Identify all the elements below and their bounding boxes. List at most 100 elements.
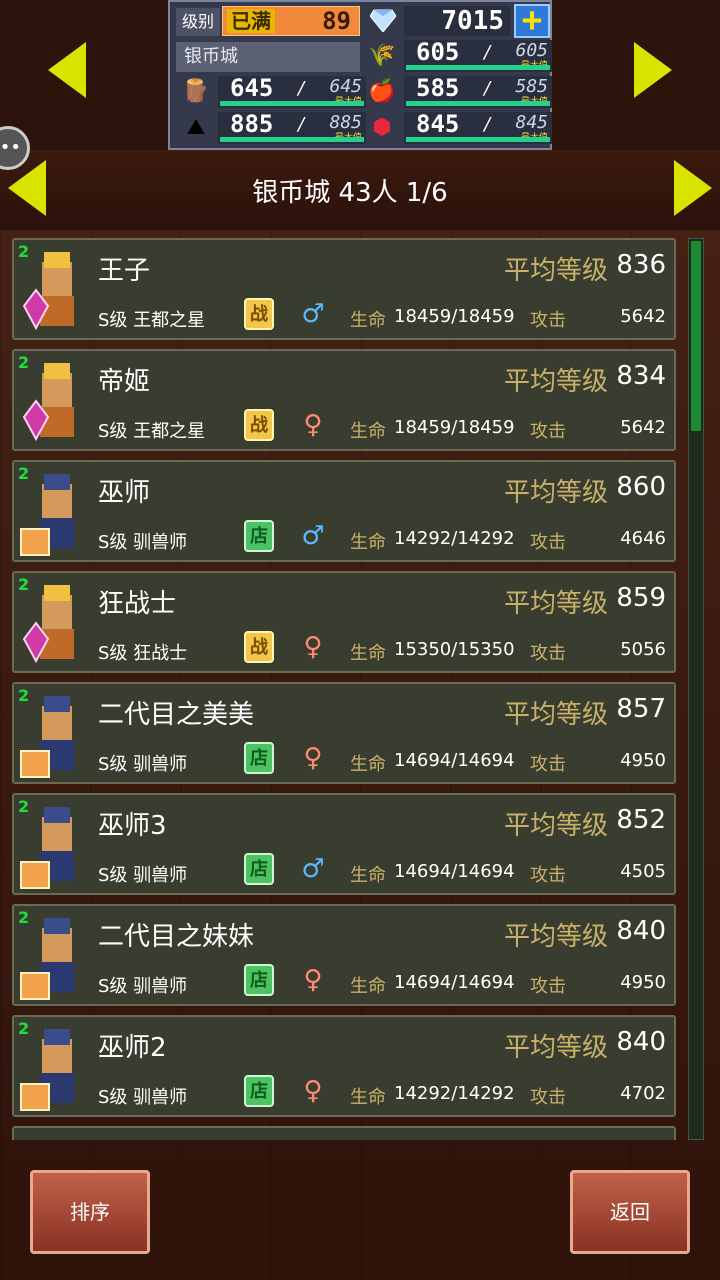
hp-label: 生命 — [350, 310, 386, 331]
house-icon — [20, 972, 50, 1000]
hp-label: 生命 — [350, 865, 386, 886]
fight-tag: 战 — [244, 631, 274, 663]
shop-tag: 店 — [244, 853, 274, 885]
shop-tag: 店 — [244, 1075, 274, 1107]
avg-level-label: 平均等级 — [503, 478, 608, 508]
unit-class: S级 驯兽师 — [98, 754, 188, 775]
shop-tag: 店 — [244, 964, 274, 996]
rank-badge: 2 — [18, 242, 30, 261]
avg-level-value: 852 — [616, 805, 666, 835]
avg-level-label: 平均等级 — [503, 256, 608, 286]
ore-bar — [220, 137, 364, 142]
unit-row[interactable]: 2 二代目之美美 平均等级 857 S级 驯兽师 店 ♀ 生命 14694/14… — [12, 682, 676, 784]
hp-value: 14292/14292 — [394, 1083, 515, 1104]
avg-level-value: 840 — [616, 1027, 666, 1057]
house-icon — [20, 528, 50, 556]
unit-class: S级 狂战士 — [98, 643, 188, 664]
hp-label: 生命 — [350, 643, 386, 664]
shop-tag: 店 — [244, 742, 274, 774]
unit-row[interactable]: 2 二代目之妹妹 平均等级 840 S级 驯兽师 店 ♀ 生命 14694/14… — [12, 904, 676, 1006]
unit-row[interactable]: 2 巫师 平均等级 860 S级 驯兽师 店 ♂ 生命 14292/14292 … — [12, 460, 676, 562]
male-icon: ♂ — [301, 521, 325, 551]
attack-value: 5056 — [620, 639, 666, 660]
female-icon: ♀ — [303, 743, 323, 773]
resource-food: 🍎 585 / 585 最大值 — [362, 74, 552, 108]
rank-badge: 2 — [18, 575, 30, 594]
male-icon: ♂ — [301, 854, 325, 884]
attack-value: 4505 — [620, 861, 666, 882]
avg-level-label: 平均等级 — [503, 1033, 608, 1063]
next-town-arrow-icon[interactable] — [634, 42, 672, 98]
back-button[interactable]: 返回 — [570, 1170, 690, 1254]
fight-tag: 战 — [244, 298, 274, 330]
unit-row[interactable]: 2 帝姬 平均等级 834 S级 王都之星 战 ♀ 生命 18459/18459… — [12, 349, 676, 451]
attack-value: 4646 — [620, 528, 666, 549]
hp-label: 生命 — [350, 1087, 386, 1108]
wood-bar — [220, 101, 364, 106]
attack-label: 攻击 — [530, 532, 566, 553]
rank-badge: 2 — [18, 353, 30, 372]
unit-class: S级 驯兽师 — [98, 976, 188, 997]
avg-level-label: 平均等级 — [503, 589, 608, 619]
attack-label: 攻击 — [530, 421, 566, 442]
resource-grass: 🌾 605 / 605 最大值 — [362, 38, 552, 72]
resource-wood: 🪵 645 / 645 最大值 — [176, 74, 366, 108]
level-box: 已满 89 — [222, 6, 360, 36]
unit-row[interactable]: 2 巫师2 平均等级 840 S级 驯兽师 店 ♀ 生命 14292/14292… — [12, 1015, 676, 1117]
level-label: 级别 — [176, 8, 220, 36]
unit-name: 巫师 — [98, 478, 151, 508]
shop-tag: 店 — [244, 520, 274, 552]
unit-portrait: 2 — [18, 908, 92, 1004]
prev-town-arrow-icon[interactable] — [48, 42, 86, 98]
rank-badge: 2 — [18, 464, 30, 483]
unit-class: S级 王都之星 — [98, 310, 206, 331]
next-page-arrow-icon[interactable] — [674, 160, 712, 216]
attack-label: 攻击 — [530, 310, 566, 331]
unit-row-partial[interactable] — [12, 1126, 676, 1140]
fight-tag: 战 — [244, 409, 274, 441]
hp-label: 生命 — [350, 754, 386, 775]
rank-badge: 2 — [18, 797, 30, 816]
unit-list[interactable]: 2 王子 平均等级 836 S级 王都之星 战 ♂ 生命 18459/18459… — [12, 238, 678, 1140]
hp-label: 生命 — [350, 532, 386, 553]
attack-value: 4950 — [620, 750, 666, 771]
unit-row[interactable]: 2 王子 平均等级 836 S级 王都之星 战 ♂ 生命 18459/18459… — [12, 238, 676, 340]
hp-value: 14694/14694 — [394, 972, 515, 993]
attack-label: 攻击 — [530, 643, 566, 664]
list-scrollbar[interactable] — [688, 238, 704, 1140]
unit-name: 巫师2 — [98, 1033, 167, 1063]
unit-name: 王子 — [98, 256, 151, 286]
unit-name: 帝姬 — [98, 367, 151, 397]
resource-panel: 级别 已满 89 7015 + 银币城 🌾 605 / 605 最大值 🪵 64… — [168, 0, 552, 150]
unit-row[interactable]: 2 狂战士 平均等级 859 S级 狂战士 战 ♀ 生命 15350/15350… — [12, 571, 676, 673]
level-status: 已满 — [227, 9, 275, 33]
add-gems-button[interactable]: + — [514, 3, 550, 38]
attack-value: 5642 — [620, 417, 666, 438]
gem-count: 7015 — [404, 6, 510, 36]
unit-name: 狂战士 — [98, 589, 177, 619]
resource-ore: ⛰ 885 / 885 最大值 — [176, 110, 366, 144]
hp-value: 14292/14292 — [394, 528, 515, 549]
food-icon: 🍎 — [368, 79, 396, 104]
scrollbar-thumb[interactable] — [691, 241, 701, 431]
attack-label: 攻击 — [530, 976, 566, 997]
hp-label: 生命 — [350, 421, 386, 442]
level-value: 89 — [322, 7, 351, 35]
wood-icon: 🪵 — [182, 79, 210, 104]
rank-badge: 2 — [18, 908, 30, 927]
female-icon: ♀ — [303, 410, 323, 440]
rank-badge: 2 — [18, 686, 30, 705]
house-icon — [20, 1083, 50, 1111]
ruby-bar — [406, 137, 550, 142]
avg-level-label: 平均等级 — [503, 367, 608, 397]
avg-level-label: 平均等级 — [503, 922, 608, 952]
hp-value: 18459/18459 — [394, 417, 515, 438]
unit-row[interactable]: 2 巫师3 平均等级 852 S级 驯兽师 店 ♂ 生命 14694/14694… — [12, 793, 676, 895]
sort-button[interactable]: 排序 — [30, 1170, 150, 1254]
hp-value: 14694/14694 — [394, 861, 515, 882]
unit-class: S级 王都之星 — [98, 421, 206, 442]
attack-value: 4702 — [620, 1083, 666, 1104]
diamond-icon — [369, 8, 397, 33]
unit-portrait: 2 — [18, 242, 92, 338]
grass-icon: 🌾 — [368, 43, 396, 68]
